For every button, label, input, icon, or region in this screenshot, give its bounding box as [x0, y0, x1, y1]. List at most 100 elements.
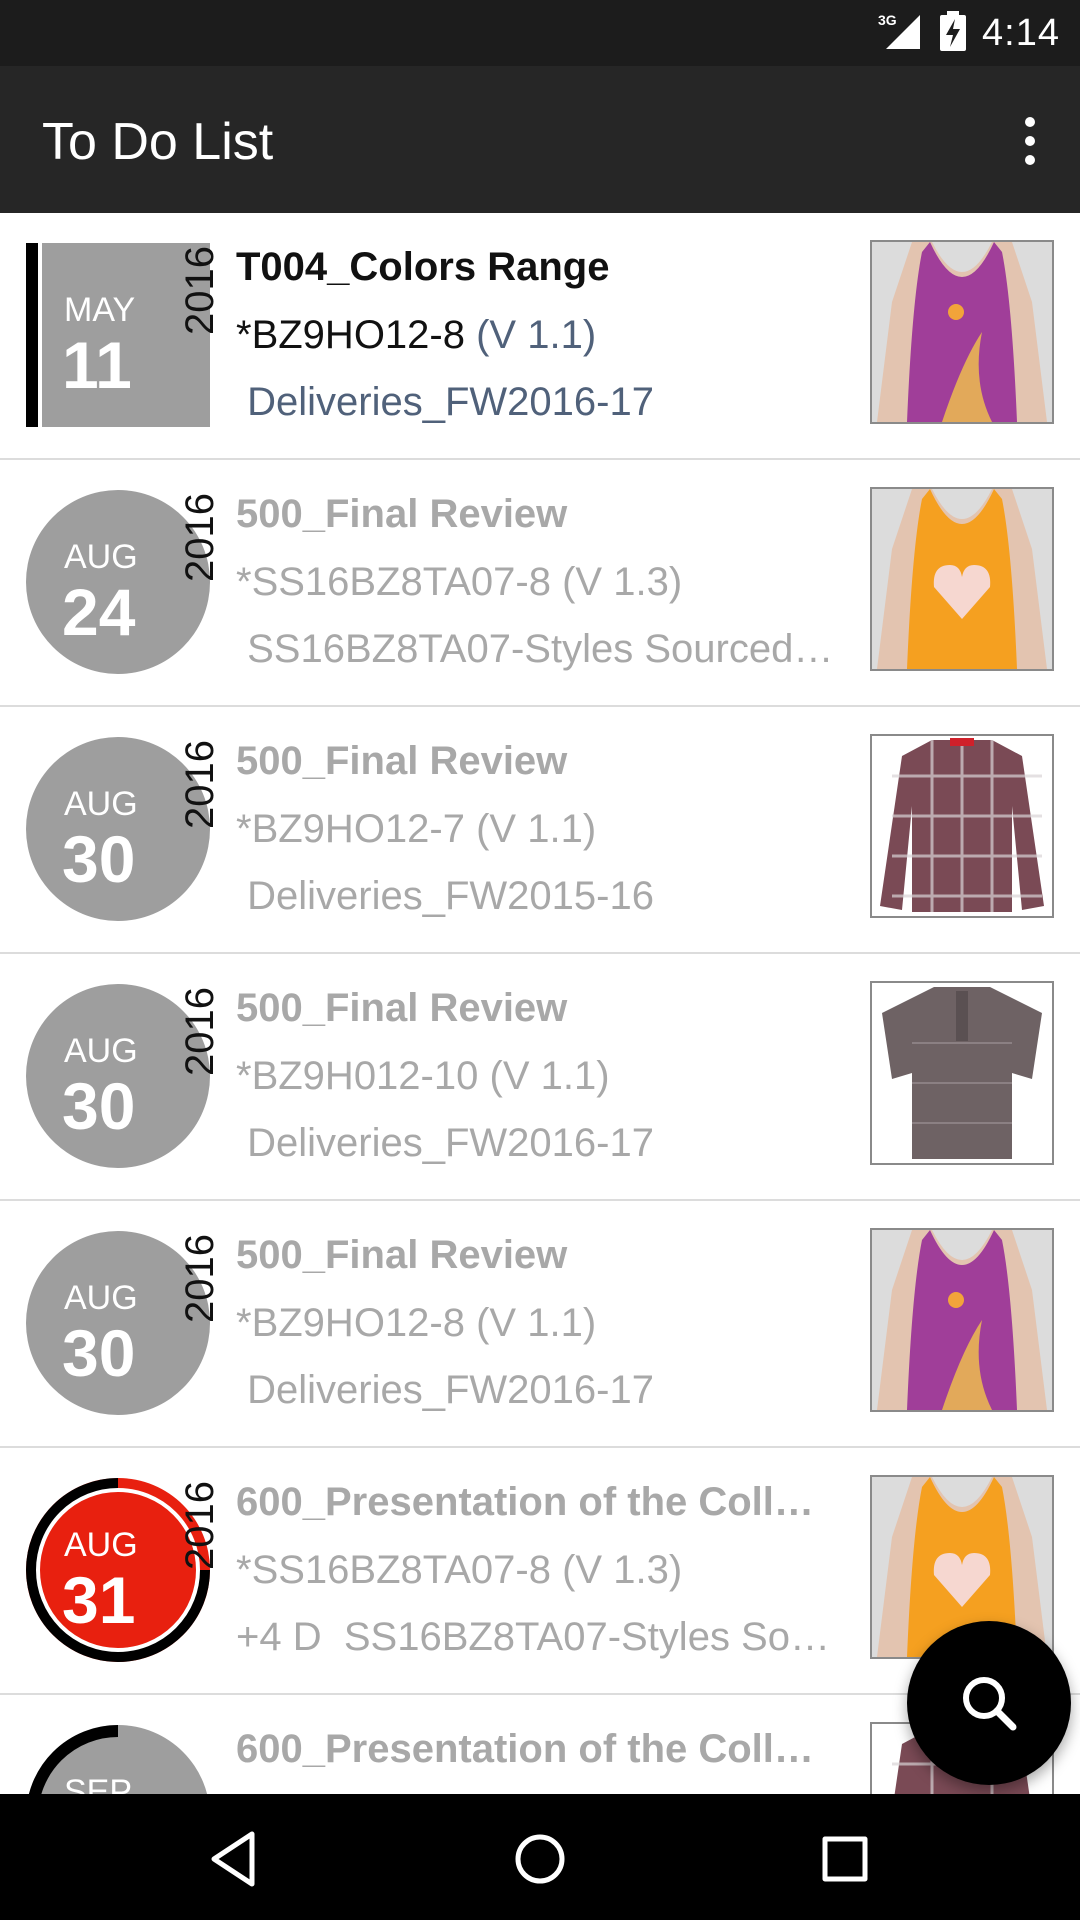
item-code-text: *BZ9H012-10 — [236, 1054, 479, 1098]
badge-month: SEP — [64, 1773, 133, 1794]
tank-top-icon — [872, 1230, 1052, 1410]
page-title: To Do List — [42, 113, 274, 171]
badge-day: 31 — [62, 1563, 136, 1637]
item-version: (V 1.1) — [476, 807, 597, 851]
back-button[interactable] — [200, 1824, 270, 1894]
tank-top-icon — [872, 242, 1052, 422]
badge-year: 2016 — [178, 987, 222, 1076]
item-prefix: +4 D — [236, 1615, 322, 1659]
badge-month: AUG — [64, 1279, 138, 1317]
item-version: (V 1.1) — [476, 1301, 597, 1345]
recents-button[interactable] — [810, 1824, 880, 1894]
garment-thumbnail[interactable] — [870, 1228, 1054, 1412]
item-code-text: *BZ9HO12-8 — [236, 1301, 465, 1345]
status-icons: 3G 4:14 — [878, 0, 1060, 66]
list-item[interactable]: AUG 31 2016 600_Presentation of the Coll… — [0, 1448, 1080, 1695]
badge-month: AUG — [64, 1526, 138, 1564]
badge-month: AUG — [64, 538, 138, 576]
date-badge: AUG 30 2016 — [26, 737, 222, 921]
home-button[interactable] — [505, 1824, 575, 1894]
item-title: 500_Final Review — [236, 492, 568, 536]
garment-thumbnail[interactable] — [870, 240, 1054, 424]
list-item[interactable]: AUG 30 2016 500_Final Review *BZ9HO12-7 … — [0, 707, 1080, 954]
item-version: (V 1.1) — [476, 313, 597, 357]
badge-day: 30 — [62, 1069, 136, 1143]
todo-list[interactable]: MAY 11 2016 T004_Colors Range *BZ9HO12-8… — [0, 213, 1080, 1794]
garment-thumbnail[interactable] — [870, 487, 1054, 671]
item-code: *SS16BZ8TA07-8 (V 1.3) — [236, 560, 836, 605]
plaid-shirt-icon — [872, 736, 1052, 916]
item-version: (V 1.3) — [562, 560, 683, 604]
garment-thumbnail[interactable] — [870, 981, 1054, 1165]
item-subtitle: Deliveries_FW2016-17 — [236, 380, 836, 425]
item-subtitle: Deliveries_FW2015-16 — [236, 874, 836, 919]
date-badge: SEP 6 — [26, 1725, 210, 1794]
item-subtitle-text: Deliveries_FW2016-17 — [247, 1368, 654, 1412]
overflow-dot — [1025, 155, 1035, 165]
item-code: *BZ9HO12-8 (V 1.1) — [236, 1301, 836, 1346]
item-title: T004_Colors Range — [236, 245, 610, 289]
item-title: 600_Presentation of the Colle… — [236, 1480, 836, 1524]
badge-month: AUG — [64, 785, 138, 823]
badge-year: 2016 — [178, 1481, 222, 1570]
garment-thumbnail[interactable] — [870, 734, 1054, 918]
item-subtitle-text: Deliveries_FW2015-16 — [247, 874, 654, 918]
badge-day: 11 — [62, 328, 132, 402]
item-code-text: *SS16BZ8TA07-8 — [236, 1548, 551, 1592]
date-badge: AUG 30 2016 — [26, 984, 222, 1168]
tank-top-icon — [872, 489, 1052, 669]
date-badge: AUG 30 2016 — [26, 1231, 222, 1415]
badge-day: 24 — [62, 575, 136, 649]
list-item[interactable]: MAY 11 2016 T004_Colors Range *BZ9HO12-8… — [0, 213, 1080, 460]
item-code-text: *SS16BZ8TA07-8 — [236, 560, 551, 604]
item-subtitle-text: Deliveries_FW2016-17 — [247, 1121, 654, 1165]
search-button[interactable] — [907, 1621, 1071, 1785]
badge-day: 30 — [62, 1316, 136, 1390]
item-code: *BZ9H012-10 (V 1.1) — [236, 1054, 836, 1099]
badge-year: 2016 — [178, 246, 222, 335]
item-title: 600_Presentation of the Colle… — [236, 1727, 836, 1771]
overflow-dot — [1025, 136, 1035, 146]
item-subtitle: SS16BZ8TA07-Styles Sourced… — [236, 627, 836, 672]
badge-year: 2016 — [178, 740, 222, 829]
item-subtitle-text: SS16BZ8TA07-Styles So… — [343, 1615, 830, 1659]
polo-shirt-icon — [872, 983, 1052, 1163]
item-title: 500_Final Review — [236, 986, 568, 1030]
badge-year: 2016 — [178, 1234, 222, 1323]
list-item[interactable]: AUG 24 2016 500_Final Review *SS16BZ8TA0… — [0, 460, 1080, 707]
search-icon — [963, 1677, 1017, 1731]
item-title: 500_Final Review — [236, 739, 568, 783]
battery-icon — [940, 10, 967, 56]
date-badge: MAY 11 2016 — [26, 243, 222, 427]
overflow-dot — [1025, 117, 1035, 127]
status-time: 4:14 — [982, 11, 1060, 54]
item-code: *SS16BZ8TA07-8 (V 1.3) — [236, 1548, 836, 1593]
item-code-text: *BZ9HO12-8 — [236, 313, 465, 357]
signal-icon: 3G — [878, 11, 924, 56]
item-version: (V 1.3) — [562, 1548, 683, 1592]
item-subtitle: Deliveries_FW2016-17 — [236, 1121, 836, 1166]
badge-day: 30 — [62, 822, 136, 896]
date-badge: AUG 31 2016 — [26, 1478, 222, 1662]
navigation-bar — [0, 1794, 1080, 1920]
badge-month: AUG — [64, 1032, 138, 1070]
recents-square-icon — [822, 1836, 868, 1882]
item-title: 500_Final Review — [236, 1233, 568, 1277]
item-subtitle-text: Deliveries_FW2016-17 — [247, 380, 654, 424]
list-item[interactable]: AUG 30 2016 500_Final Review *BZ9H012-10… — [0, 954, 1080, 1201]
item-version: (V 1.1) — [489, 1054, 610, 1098]
app-bar: To Do List — [0, 66, 1080, 213]
home-circle-icon — [515, 1834, 565, 1884]
status-bar: 3G 4:14 — [0, 0, 1080, 66]
back-triangle-icon — [211, 1831, 255, 1887]
list-item[interactable]: AUG 30 2016 500_Final Review *BZ9HO12-8 … — [0, 1201, 1080, 1448]
network-label: 3G — [878, 12, 897, 28]
item-code-text: *BZ9HO12-7 — [236, 807, 465, 851]
item-subtitle: Deliveries_FW2016-17 — [236, 1368, 836, 1413]
item-code: *BZ9HO12-7 (V 1.1) — [236, 807, 836, 852]
item-subtitle: +4 D SS16BZ8TA07-Styles So… — [236, 1615, 836, 1660]
date-badge: AUG 24 2016 — [26, 490, 222, 674]
item-code: *BZ9HO12-8 (V 1.1) — [236, 313, 836, 358]
overflow-menu-button[interactable] — [1000, 106, 1060, 176]
item-subtitle-text: SS16BZ8TA07-Styles Sourced… — [247, 627, 834, 671]
